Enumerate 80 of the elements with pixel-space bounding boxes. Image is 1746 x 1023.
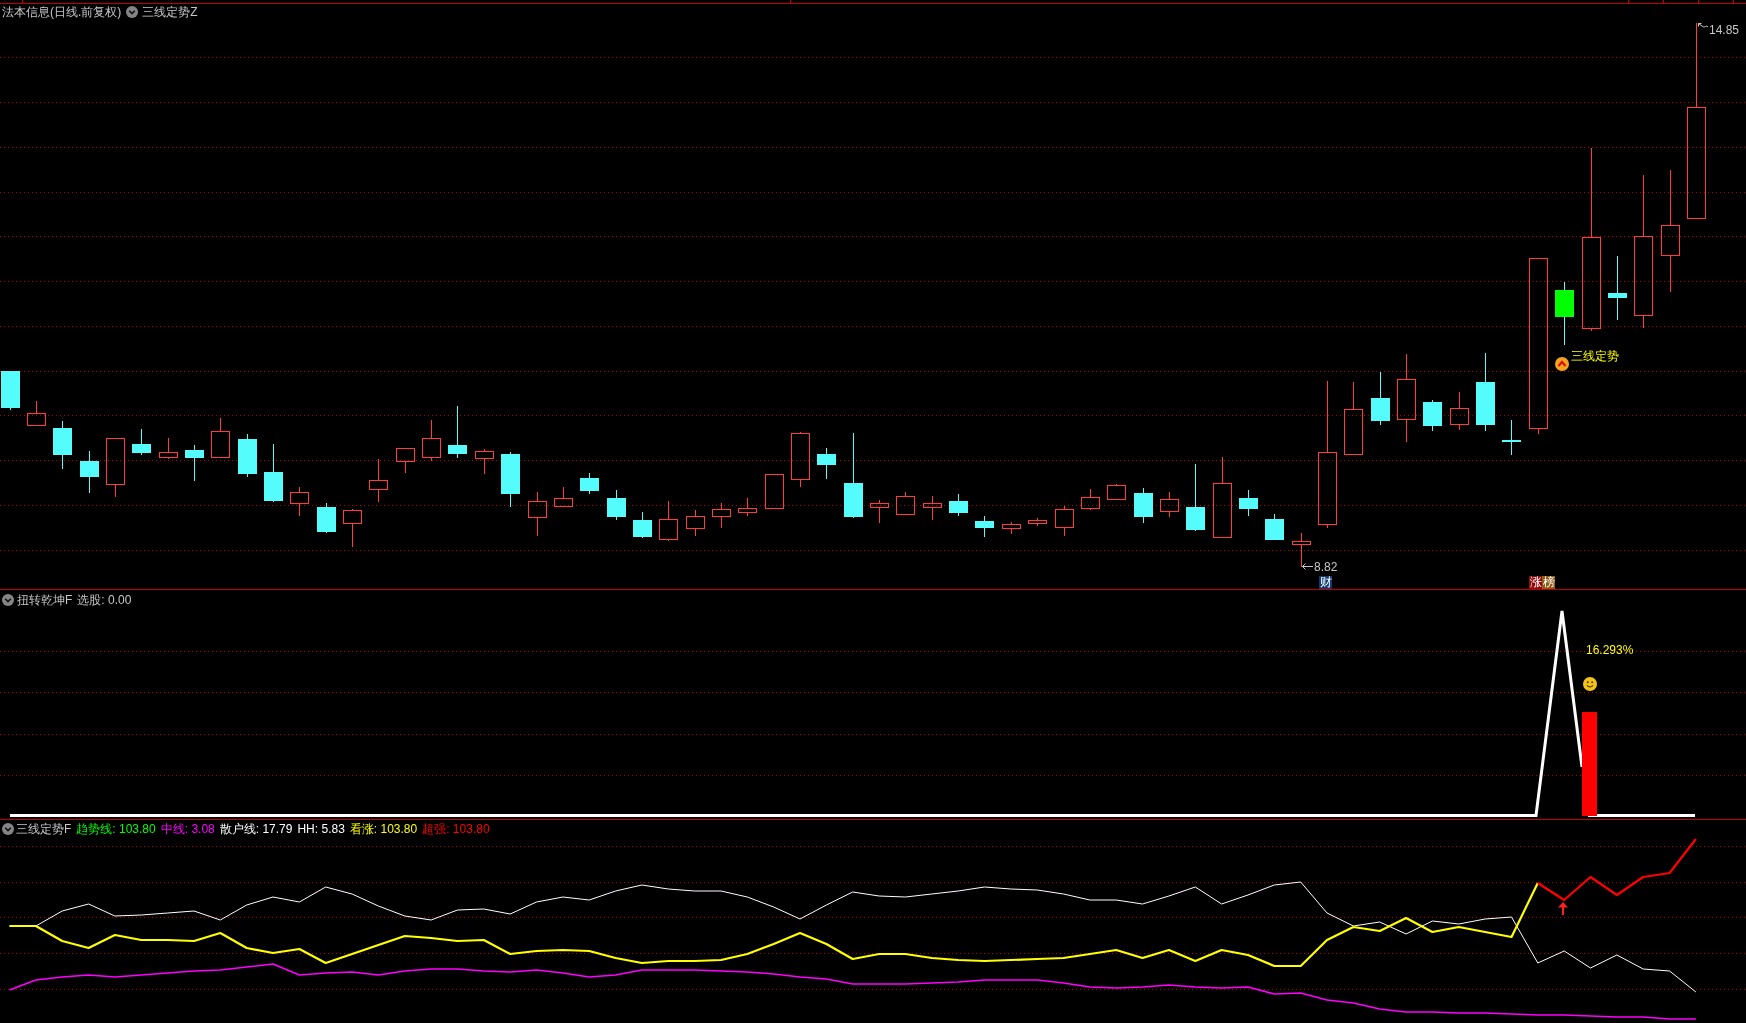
- legend-item: 看涨: 103.80: [349, 822, 418, 836]
- indicator-name: 三线定势F: [16, 822, 72, 836]
- candlestick: [607, 489, 626, 521]
- candlestick: [448, 405, 467, 459]
- candlestick: [712, 502, 731, 529]
- candlestick: [132, 428, 151, 456]
- candlestick: [1160, 491, 1179, 518]
- candlestick: [211, 417, 230, 459]
- candlestick: [896, 491, 915, 515]
- candlestick: [1423, 399, 1442, 432]
- candlestick: [1292, 532, 1311, 568]
- candlestick: [106, 438, 125, 498]
- candlestick: [1450, 391, 1469, 431]
- legend-item: HH: 5.83: [297, 822, 345, 836]
- candlestick: [1502, 419, 1521, 456]
- candlestick: [80, 450, 99, 494]
- up-arrow-icon: [1558, 902, 1568, 915]
- candlestick: [343, 508, 362, 548]
- indicator-name: 三线定势Z: [142, 5, 198, 19]
- legend-item: 散户线: 17.79: [219, 822, 293, 836]
- candlestick: [1081, 488, 1100, 511]
- price-label: 8.82: [1314, 560, 1338, 574]
- candlestick: [817, 447, 836, 480]
- event-badge[interactable]: 财: [1319, 576, 1332, 589]
- indicator-name: 扭转乾坤F: [17, 593, 73, 607]
- candlestick: [659, 500, 678, 542]
- candlestick: [1239, 489, 1258, 517]
- candlestick: [1055, 505, 1074, 537]
- candlestick: [396, 448, 415, 474]
- event-badge[interactable]: 榜: [1542, 576, 1555, 589]
- dropdown-icon[interactable]: [126, 6, 139, 18]
- candlestick: [317, 502, 336, 534]
- candlestick: [791, 431, 810, 488]
- candlestick: [528, 491, 547, 537]
- percent-label: 16.293%: [1586, 643, 1634, 657]
- candlestick: [738, 497, 757, 517]
- candlestick: [1002, 521, 1021, 535]
- price-label: 14.85: [1709, 23, 1740, 37]
- candlestick: [264, 443, 283, 503]
- legend-item: 超强: 103.80: [422, 822, 490, 836]
- event-badge[interactable]: 涨: [1529, 576, 1542, 589]
- candlestick: [422, 419, 441, 462]
- candlestick: [1555, 281, 1574, 346]
- chevron-up-icon: [1555, 357, 1569, 371]
- arrow-icon: [1698, 23, 1708, 30]
- candlestick: [290, 486, 309, 517]
- candlestick: [159, 437, 178, 460]
- candlestick: [1186, 463, 1205, 532]
- legend-item: 趋势线: 103.80: [76, 822, 156, 836]
- candlestick: [238, 433, 257, 478]
- smiley-icon: [1583, 677, 1597, 691]
- candlestick: [501, 451, 520, 508]
- candlestick: [923, 495, 942, 521]
- candlestick: [765, 474, 784, 510]
- candlestick: [53, 420, 72, 470]
- candlestick: [1, 370, 20, 411]
- candlestick: [1371, 371, 1390, 426]
- candlestick: [475, 448, 494, 475]
- candlestick: [633, 511, 652, 539]
- dropdown-icon[interactable]: [2, 594, 14, 606]
- dropdown-icon[interactable]: [2, 823, 14, 835]
- indicator-value: 选股: 0.00: [77, 593, 132, 607]
- candlestick: [949, 493, 968, 517]
- signal-label: 三线定势: [1571, 349, 1619, 363]
- candlestick: [27, 400, 46, 426]
- candlestick: [554, 486, 573, 508]
- candlestick: [185, 444, 204, 482]
- candlestick: [1134, 487, 1153, 524]
- candlestick: [580, 472, 599, 495]
- arrow-icon: [1302, 563, 1313, 570]
- candlestick: [686, 509, 705, 537]
- candlestick: [870, 499, 889, 524]
- legend-item: 中线: 3.08: [160, 822, 215, 836]
- candlestick: [1265, 513, 1284, 541]
- candlestick: [1608, 255, 1627, 321]
- candlestick: [369, 458, 388, 503]
- candlestick: [1028, 517, 1047, 527]
- candlestick: [975, 515, 994, 538]
- chart-title: 法本信息(日线.前复权): [2, 5, 122, 19]
- candlestick: [1107, 483, 1126, 500]
